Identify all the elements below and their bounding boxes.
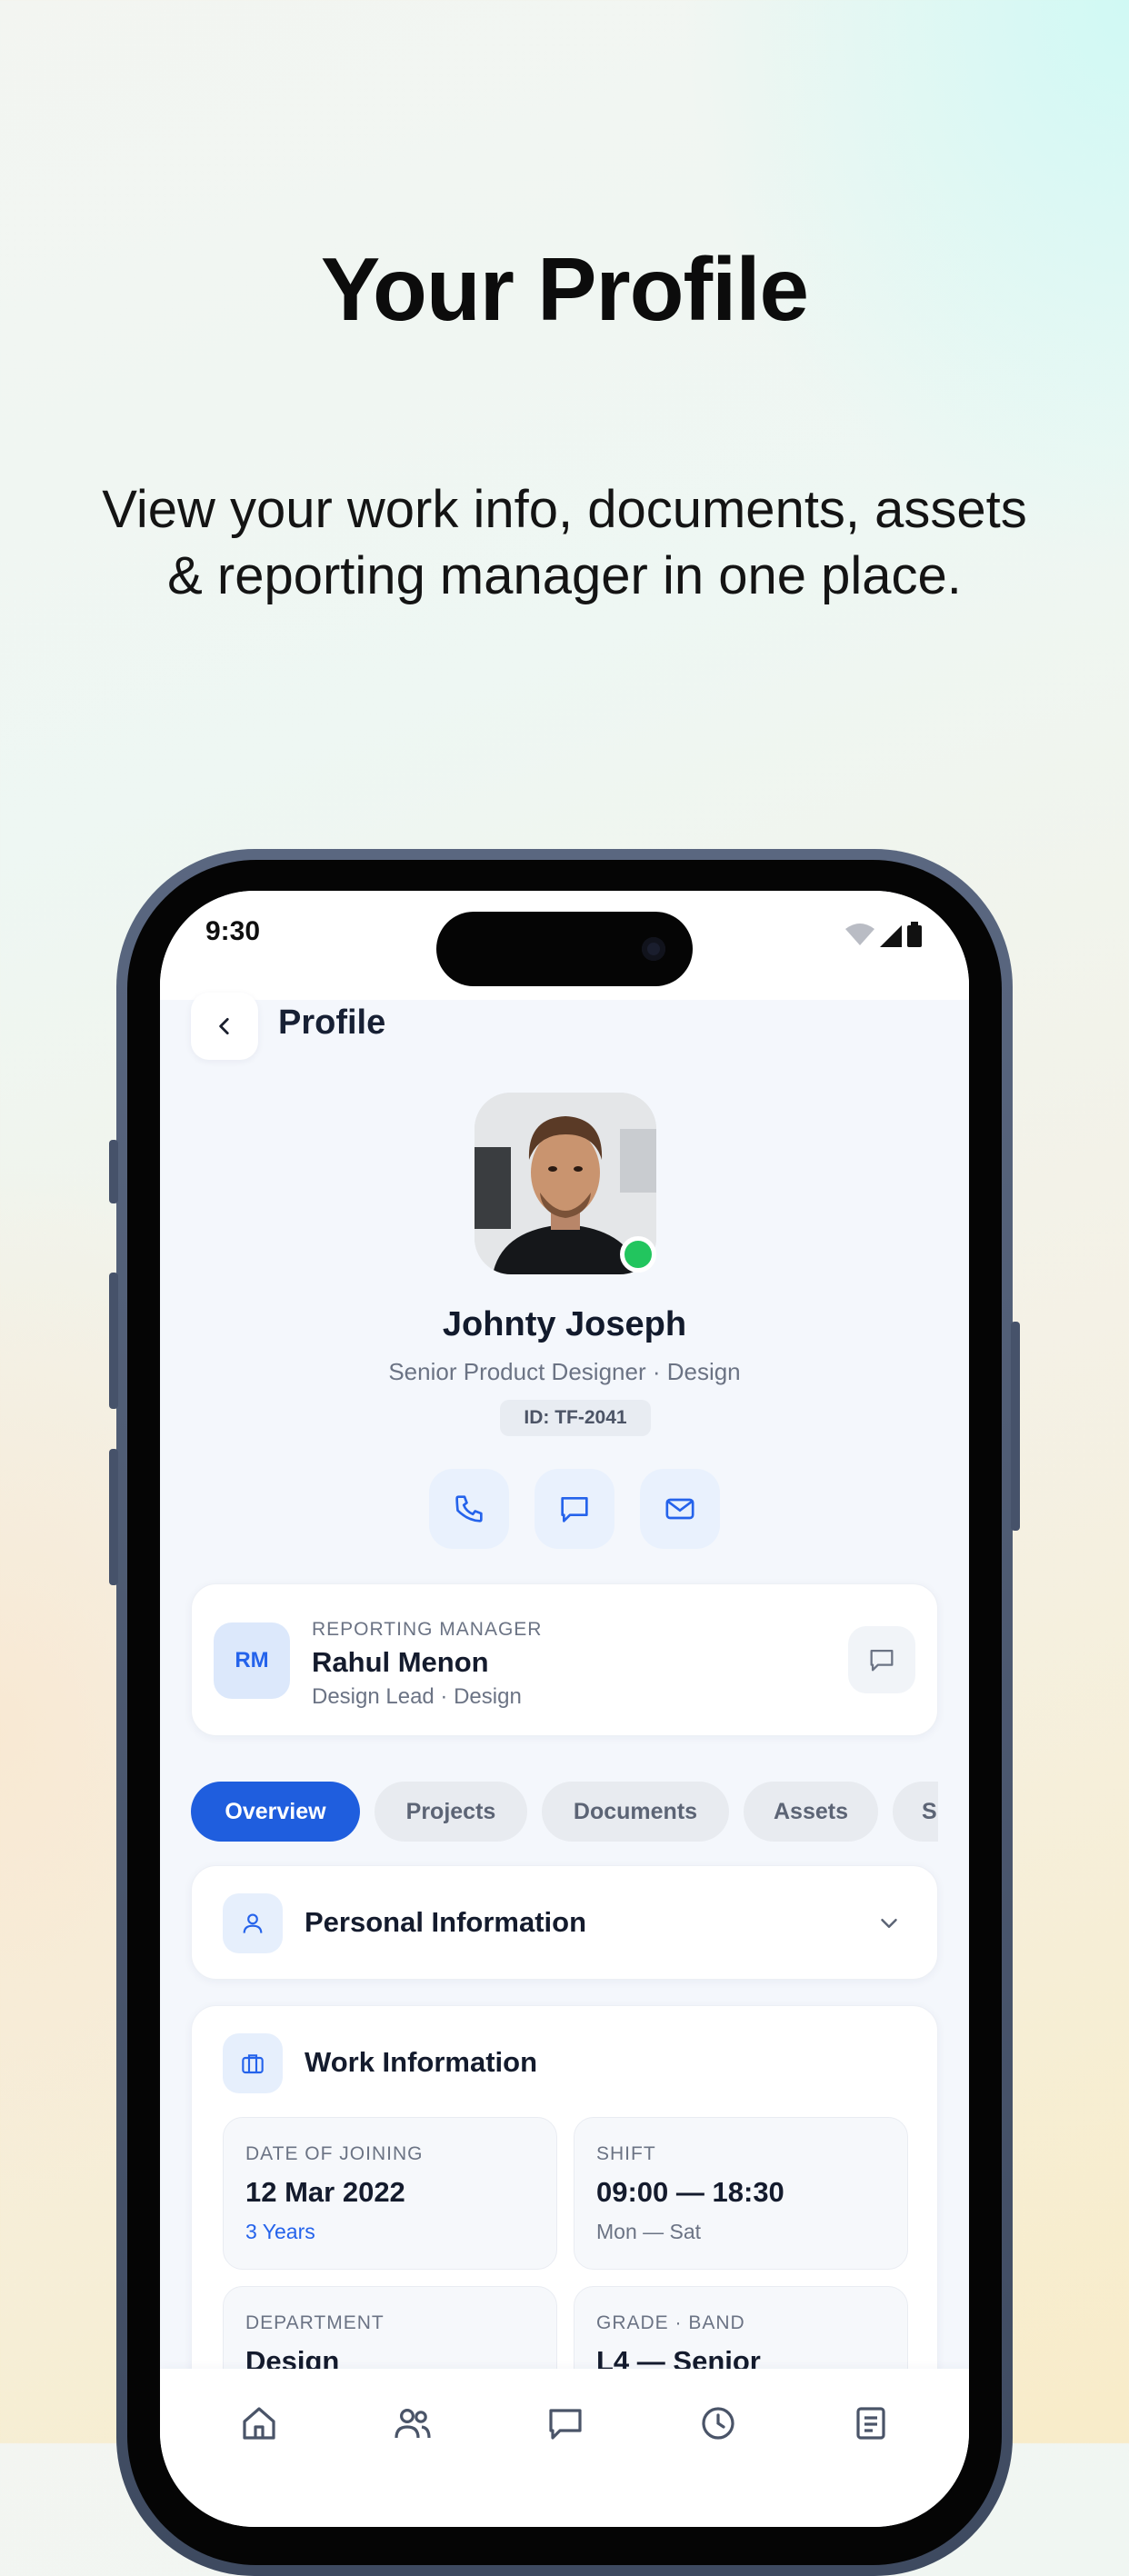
volume-up-button bbox=[109, 1273, 118, 1409]
phone-screen: 9:30 Profile Johnty Joseph Senior Produc… bbox=[160, 891, 969, 2527]
bottom-navigation bbox=[160, 2369, 969, 2527]
action-button bbox=[109, 1140, 118, 1203]
section-icon bbox=[223, 1893, 283, 1953]
message-icon bbox=[870, 1649, 894, 1672]
chevron-left-icon bbox=[219, 1018, 229, 1034]
document-icon[interactable] bbox=[849, 2401, 893, 2445]
reporting-manager-card[interactable]: RM REPORTING MANAGER Rahul Menon Design … bbox=[191, 1583, 938, 1736]
cellular-signal-icon bbox=[880, 925, 902, 947]
tab-projects[interactable]: Projects bbox=[375, 1782, 527, 1842]
tile-value: 12 Mar 2022 bbox=[245, 2176, 405, 2208]
tab-documents[interactable]: Documents bbox=[542, 1782, 729, 1842]
status-icons bbox=[845, 922, 922, 947]
page-title: Profile bbox=[278, 1003, 386, 1042]
call-button[interactable] bbox=[429, 1469, 509, 1549]
person-icon bbox=[243, 1913, 263, 1933]
manager-avatar: RM bbox=[214, 1622, 290, 1699]
chat-icon[interactable] bbox=[544, 2401, 587, 2445]
manager-role: Design Lead · Design bbox=[312, 1684, 522, 1709]
mail-icon bbox=[665, 1498, 694, 1520]
section-title: Work Information bbox=[305, 2046, 538, 2078]
message-button[interactable] bbox=[535, 1469, 614, 1549]
profile-tabs: Overview Projects Documents Assets S bbox=[191, 1782, 938, 1842]
profile-role: Senior Product Designer · Design bbox=[388, 1358, 741, 1385]
tile-label: DEPARTMENT bbox=[245, 2312, 385, 2333]
volume-down-button bbox=[109, 1449, 118, 1585]
phone-frame: 9:30 Profile Johnty Joseph Senior Produc… bbox=[109, 849, 1020, 2576]
info-tile: DATE OF JOINING 12 Mar 2022 3 Years bbox=[223, 2117, 557, 2270]
profile-name: Johnty Joseph bbox=[442, 1305, 687, 1343]
hero-title: Your Profile bbox=[320, 239, 809, 339]
wifi-icon bbox=[845, 924, 874, 945]
section-title: Personal Information bbox=[305, 1906, 587, 1938]
briefcase-icon bbox=[242, 2054, 264, 2074]
chevron-down-icon[interactable] bbox=[875, 1910, 903, 1937]
front-camera bbox=[642, 937, 665, 961]
message-icon bbox=[561, 1497, 588, 1523]
status-bar: 9:30 bbox=[160, 891, 969, 1000]
home-icon[interactable] bbox=[237, 2401, 281, 2445]
hero-subtitle: View your work info, documents, assets &… bbox=[102, 480, 1027, 605]
tab-assets[interactable]: Assets bbox=[744, 1782, 878, 1842]
tile-label: GRADE · BAND bbox=[596, 2312, 745, 2333]
email-button[interactable] bbox=[640, 1469, 720, 1549]
status-time: 9:30 bbox=[205, 916, 261, 946]
manager-name: Rahul Menon bbox=[312, 1646, 489, 1678]
personal-information-section[interactable]: Personal Information bbox=[191, 1865, 938, 1980]
tile-subtext: 3 Years bbox=[245, 2220, 315, 2243]
power-button bbox=[1011, 1322, 1020, 1531]
info-tile: SHIFT 09:00 — 18:30 Mon — Sat bbox=[574, 2117, 908, 2270]
clock-icon[interactable] bbox=[696, 2401, 740, 2445]
tile-subtext: Mon — Sat bbox=[596, 2220, 702, 2243]
employee-id-badge: ID: TF-2041 bbox=[500, 1400, 651, 1436]
dynamic-island bbox=[436, 912, 693, 986]
people-icon[interactable] bbox=[391, 2401, 435, 2445]
manager-label: REPORTING MANAGER bbox=[312, 1619, 543, 1640]
section-icon bbox=[223, 2033, 283, 2093]
online-status-indicator bbox=[620, 1236, 656, 1273]
message-manager-button[interactable] bbox=[848, 1626, 915, 1693]
tile-label: SHIFT bbox=[596, 2143, 656, 2164]
battery-icon bbox=[907, 922, 922, 947]
tab-partial[interactable]: S bbox=[893, 1782, 938, 1842]
phone-icon bbox=[455, 1495, 483, 1523]
tile-label: DATE OF JOINING bbox=[245, 2143, 424, 2164]
tile-value: 09:00 — 18:30 bbox=[596, 2176, 784, 2208]
back-button[interactable] bbox=[191, 993, 258, 1060]
tab-overview[interactable]: Overview bbox=[191, 1782, 360, 1842]
